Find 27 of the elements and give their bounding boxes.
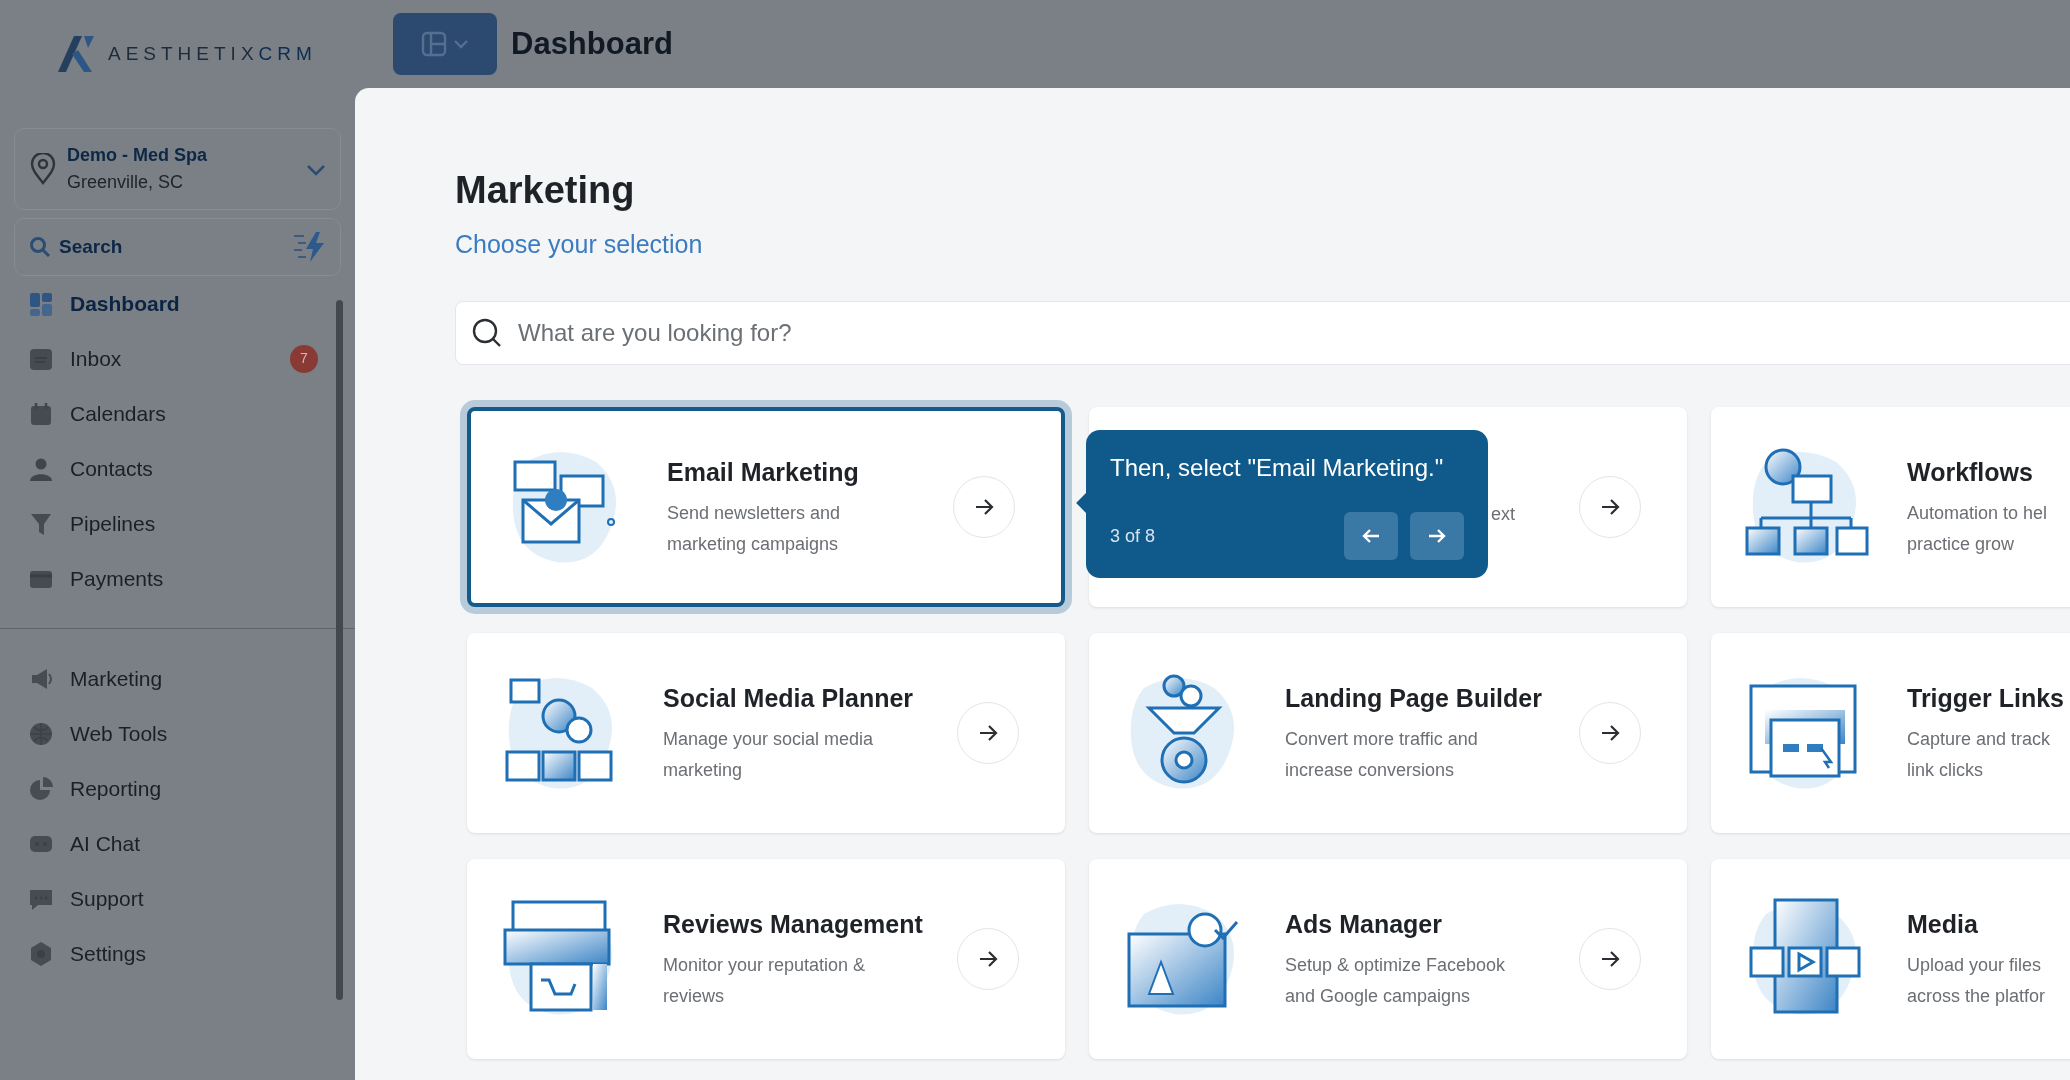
card-description: Convert more traffic and increase conversions	[1285, 727, 1479, 782]
card-description: Automation to hel practice grow	[1907, 501, 2049, 556]
card-description: Capture and track link clicks	[1907, 727, 2052, 782]
card-title: Reviews Management	[663, 909, 924, 941]
card-description: Monitor your reputation & reviews	[663, 953, 867, 1008]
card-title: Workflows	[1907, 457, 2034, 489]
page-header-title: Dashboard	[511, 24, 673, 63]
tooltip-text: Then, select "Email Marketing."	[1110, 453, 1445, 483]
card-title: Landing Page Builder	[1285, 683, 1543, 715]
card-description: Setup & optimize Facebook and Google campaigns	[1285, 953, 1507, 1008]
step-counter: 3 of 8	[1110, 524, 1156, 548]
location-address: Greenville, SC	[67, 171, 185, 194]
card-description: Send newsletters and marketing campaigns	[667, 501, 842, 556]
section-title: Marketing	[455, 168, 636, 213]
card-title: Media	[1907, 909, 1979, 941]
card-title: Trigger Links	[1907, 683, 2065, 715]
card-title: Social Media Planner	[663, 683, 915, 715]
card-title: Ads Manager	[1285, 909, 1443, 941]
card-title: Email Marketing	[667, 457, 860, 489]
count-badge: 7	[290, 344, 318, 373]
brand-logo-text: AESTHETIX CRM	[108, 41, 317, 66]
card-description: ext	[1491, 502, 1515, 526]
search-label: Search	[59, 234, 123, 259]
card-description: Manage your social media marketing	[663, 727, 875, 782]
location-name: Demo - Med Spa	[67, 144, 208, 167]
card-description: Upload your files across the platfor	[1907, 953, 2047, 1008]
section-subtitle: Choose your selection	[455, 228, 704, 260]
